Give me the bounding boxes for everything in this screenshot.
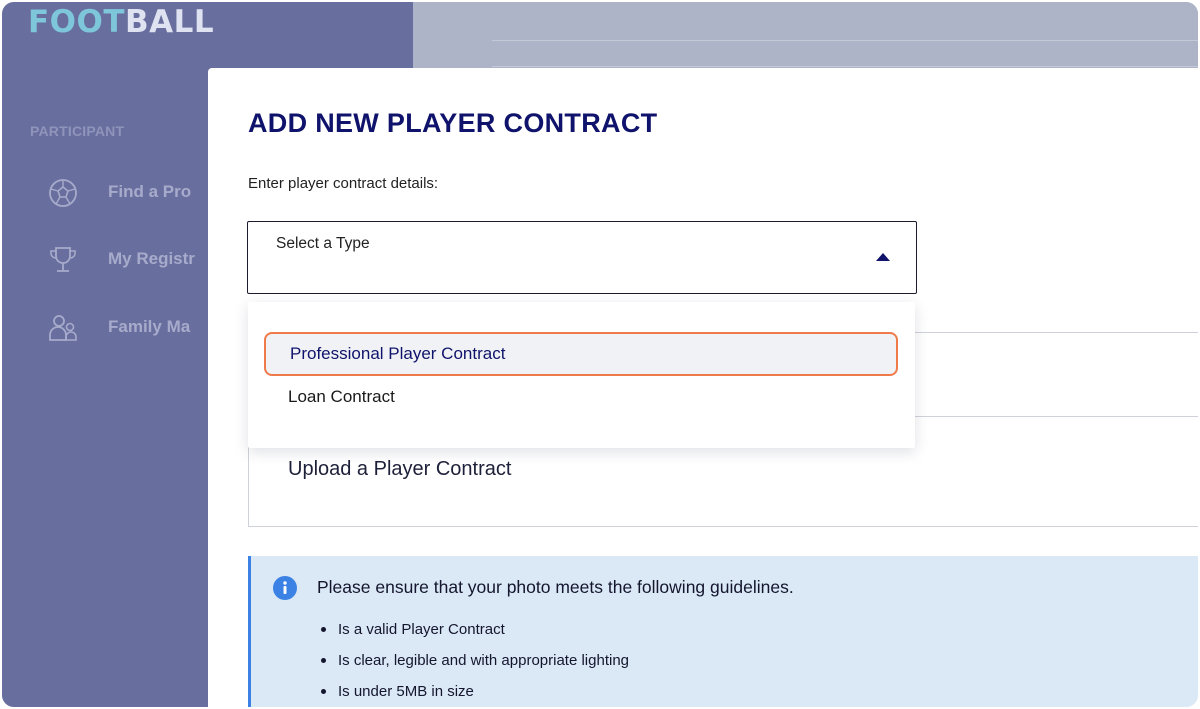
add-contract-modal: ADD NEW PLAYER CONTRACT Enter player con… [208, 68, 1198, 707]
sidebar-item-label: My Registr [108, 249, 195, 268]
logo-part-2: BALL [125, 4, 215, 40]
chevron-up-icon [876, 253, 890, 261]
contract-type-dropdown: Professional Player Contract Loan Contra… [248, 302, 915, 448]
info-icon [273, 576, 297, 600]
trophy-icon [50, 247, 76, 272]
guidelines-heading: Please ensure that your photo meets the … [317, 577, 794, 597]
guidelines-list: Is a valid Player Contract Is clear, leg… [298, 614, 629, 707]
logo[interactable]: FOOTBALL [28, 4, 214, 40]
option-label: Loan Contract [288, 387, 395, 406]
option-loan-contract[interactable]: Loan Contract [264, 376, 898, 420]
modal-title: ADD NEW PLAYER CONTRACT [248, 108, 658, 138]
guideline-item: Is under 5MB in size [320, 676, 629, 707]
upload-contract-label[interactable]: Upload a Player Contract [288, 458, 511, 481]
guideline-item: Is clear, legible and with appropriate l… [320, 645, 629, 676]
select-placeholder: Select a Type [276, 235, 370, 252]
contract-type-select[interactable]: Select a Type [247, 221, 917, 294]
background-divider [492, 66, 1198, 67]
guidelines-notice: Please ensure that your photo meets the … [248, 556, 1198, 707]
family-icon [49, 315, 77, 341]
option-label: Professional Player Contract [290, 344, 506, 363]
background-overlay [413, 2, 1198, 68]
option-professional-player-contract[interactable]: Professional Player Contract [264, 332, 898, 376]
app-window: FOOTBALL PARTICIPANT Find a Pro My Regis… [2, 2, 1198, 707]
sidebar-section-label: PARTICIPANT [30, 123, 125, 139]
background-divider [492, 40, 1198, 41]
modal-subtitle: Enter player contract details: [248, 175, 439, 192]
guideline-item: Is a valid Player Contract [320, 614, 629, 645]
sidebar-item-label: Find a Pro [108, 182, 192, 201]
soccer-ball-icon [49, 179, 77, 207]
logo-part-1: FOOT [28, 4, 126, 40]
sidebar-item-label: Family Ma [108, 317, 191, 336]
